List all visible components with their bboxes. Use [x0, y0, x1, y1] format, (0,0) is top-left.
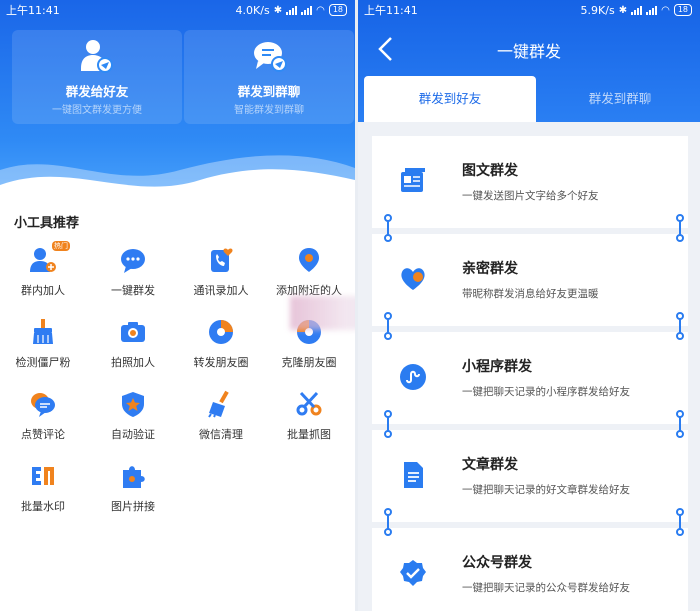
tool-group-add[interactable]: 热门 群内加人	[0, 241, 86, 306]
card-connector	[676, 312, 684, 340]
card-subtitle: 智能群发到群聊	[234, 105, 304, 116]
group-chat-send-icon	[254, 42, 287, 72]
broom-icon	[33, 319, 53, 344]
wifi-icon: ◠	[316, 4, 325, 16]
tool-label: 批量水印	[21, 500, 65, 513]
feature-card[interactable]: 文章群发 一键把聊天记录的好文章群发给好友	[372, 430, 688, 522]
tool-label: 转发朋友圈	[193, 356, 249, 369]
send-to-friends-card[interactable]: 群发给好友 一键图文群发更方便	[12, 30, 182, 124]
tool-label: 通讯录加人	[193, 284, 249, 297]
tool-contacts-add[interactable]: 通讯录加人	[178, 246, 264, 306]
page-title: 一键群发	[496, 42, 561, 61]
image-text-icon	[401, 168, 425, 192]
wifi-icon: ◠	[661, 4, 670, 16]
feature-card[interactable]: 亲密群发 带昵称群发消息给好友更温暖	[372, 234, 688, 326]
status-time: 上午11:41	[6, 4, 60, 17]
header-wave	[0, 155, 355, 210]
card-title: 图文群发	[462, 163, 518, 179]
card-title: 文章群发	[462, 457, 518, 473]
tool-batch-watermark[interactable]: 批量水印	[0, 462, 86, 522]
tool-one-key-send[interactable]: 一键群发	[90, 246, 176, 306]
card-title: 公众号群发	[462, 555, 532, 571]
card-subtitle: 一键图文群发更方便	[52, 105, 142, 116]
tool-label: 检测僵尸粉	[15, 356, 71, 369]
article-icon	[404, 462, 423, 488]
card-subtitle: 一键把聊天记录的小程序群发给好友	[462, 386, 630, 398]
tab-send-to-groups[interactable]: 群发到群聊	[534, 76, 700, 122]
user-send-icon	[81, 40, 113, 73]
tool-label: 微信清理	[199, 428, 243, 441]
tool-label: 拍照加人	[111, 356, 155, 369]
card-subtitle: 一键把聊天记录的公众号群发给好友	[462, 582, 630, 594]
mini-program-icon	[400, 364, 426, 390]
tool-label: 克隆朋友圈	[281, 356, 337, 369]
verified-badge-icon	[400, 560, 426, 586]
bluetooth-icon: ✱	[273, 4, 283, 16]
signal-icon	[631, 5, 643, 15]
card-subtitle: 带昵称群发消息给好友更温暖	[462, 288, 599, 300]
tool-label: 点赞评论	[21, 428, 65, 441]
hot-badge: 热门	[52, 241, 70, 251]
tool-photo-add[interactable]: 拍照加人	[90, 318, 176, 378]
card-connector	[384, 410, 392, 438]
right-screen: 上午11:41 5.9K/s ✱ ◠ 18 一键群发 群发到好友 群发到群聊 图…	[358, 0, 700, 611]
battery-icon: 18	[673, 4, 692, 16]
card-title: 亲密群发	[462, 261, 518, 277]
battery-icon: 18	[328, 4, 347, 16]
card-connector	[384, 508, 392, 536]
status-bar: 上午11:41 5.9K/s ✱ ◠ 18	[358, 0, 700, 20]
comment-cloud-icon	[31, 393, 55, 417]
send-to-groups-card[interactable]: 群发到群聊 智能群发到群聊	[184, 30, 354, 124]
signal-icon-2	[301, 5, 313, 15]
signal-icon	[286, 5, 298, 15]
section-title: 小工具推荐	[14, 216, 80, 231]
tab-send-to-friends[interactable]: 群发到好友	[364, 76, 536, 122]
card-subtitle: 一键发送图片文字给多个好友	[462, 190, 599, 202]
feature-card[interactable]: 小程序群发 一键把聊天记录的小程序群发给好友	[372, 332, 688, 424]
card-connector	[676, 508, 684, 536]
tool-auto-verify[interactable]: 自动验证	[90, 390, 176, 450]
card-subtitle: 一键把聊天记录的好文章群发给好友	[462, 484, 630, 496]
feature-card[interactable]: 图文群发 一键发送图片文字给多个好友	[372, 136, 688, 228]
tool-wechat-clean[interactable]: 微信清理	[178, 390, 264, 450]
status-bar: 上午11:41 4.0K/s ✱ ◠ 18	[0, 0, 355, 20]
tool-label: 群内加人	[21, 284, 65, 297]
blurred-region	[290, 296, 355, 330]
tool-label: 批量抓图	[287, 428, 331, 441]
network-speed: 4.0K/s	[235, 3, 270, 17]
card-title: 群发到群聊	[237, 84, 301, 99]
card-connector	[384, 312, 392, 340]
tool-label: 一键群发	[111, 284, 155, 297]
tool-batch-capture[interactable]: 批量抓图	[266, 390, 352, 450]
heart-chat-icon	[401, 268, 425, 290]
location-pin-icon	[299, 248, 319, 272]
feature-card[interactable]: 公众号群发 一键把聊天记录的公众号群发给好友	[372, 528, 688, 611]
puzzle-icon	[123, 466, 145, 488]
network-speed: 5.9K/s	[580, 3, 615, 17]
tool-label: 图片拼接	[111, 500, 155, 513]
shield-star-icon	[122, 392, 144, 417]
card-title: 群发给好友	[65, 84, 129, 99]
left-screen: 上午11:41 4.0K/s ✱ ◠ 18 群发给好友 一键图文群发更方便 群发…	[0, 0, 355, 611]
signal-icon-2	[646, 5, 658, 15]
card-connector	[676, 410, 684, 438]
chat-bubble-icon	[121, 249, 145, 273]
tool-like-comment[interactable]: 点赞评论	[0, 390, 86, 450]
tool-image-stitch[interactable]: 图片拼接	[90, 462, 176, 522]
tool-label: 自动验证	[111, 428, 155, 441]
brush-clean-icon	[208, 390, 229, 418]
tool-detect-zombie[interactable]: 检测僵尸粉	[0, 318, 86, 378]
tool-forward-moments[interactable]: 转发朋友圈	[178, 318, 264, 378]
shutter-icon	[209, 320, 233, 344]
card-connector	[676, 214, 684, 242]
card-title: 小程序群发	[462, 359, 532, 375]
scissors-icon	[296, 391, 322, 416]
card-connector	[384, 214, 392, 242]
phone-book-icon	[211, 248, 233, 272]
bluetooth-icon: ✱	[618, 4, 628, 16]
camera-icon	[121, 322, 145, 342]
watermark-icon	[32, 467, 54, 485]
status-time: 上午11:41	[364, 4, 418, 17]
